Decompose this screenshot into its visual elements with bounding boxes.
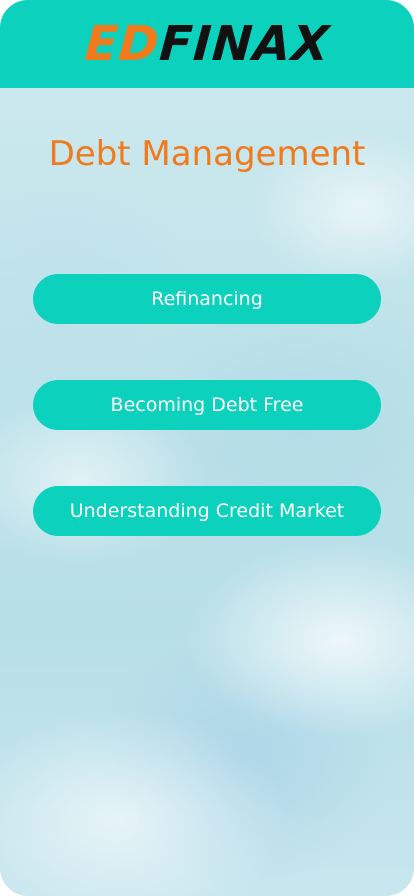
logo-ed-text: ED [82,16,162,72]
app-header: EDFINAX [0,0,414,88]
refinancing-button[interactable]: Refinancing [33,274,381,324]
logo-finax-text: FINAX [157,16,332,72]
app-screen: EDFINAX Debt Management Refinancing Beco… [0,0,414,896]
becoming-debt-free-button-label: Becoming Debt Free [110,394,304,416]
understanding-credit-market-button[interactable]: Understanding Credit Market [33,486,381,536]
refinancing-button-label: Refinancing [151,288,263,310]
page-title: Debt Management [48,134,366,174]
understanding-credit-market-button-label: Understanding Credit Market [69,500,345,522]
becoming-debt-free-button[interactable]: Becoming Debt Free [33,380,381,430]
app-logo[interactable]: EDFINAX [83,16,332,72]
